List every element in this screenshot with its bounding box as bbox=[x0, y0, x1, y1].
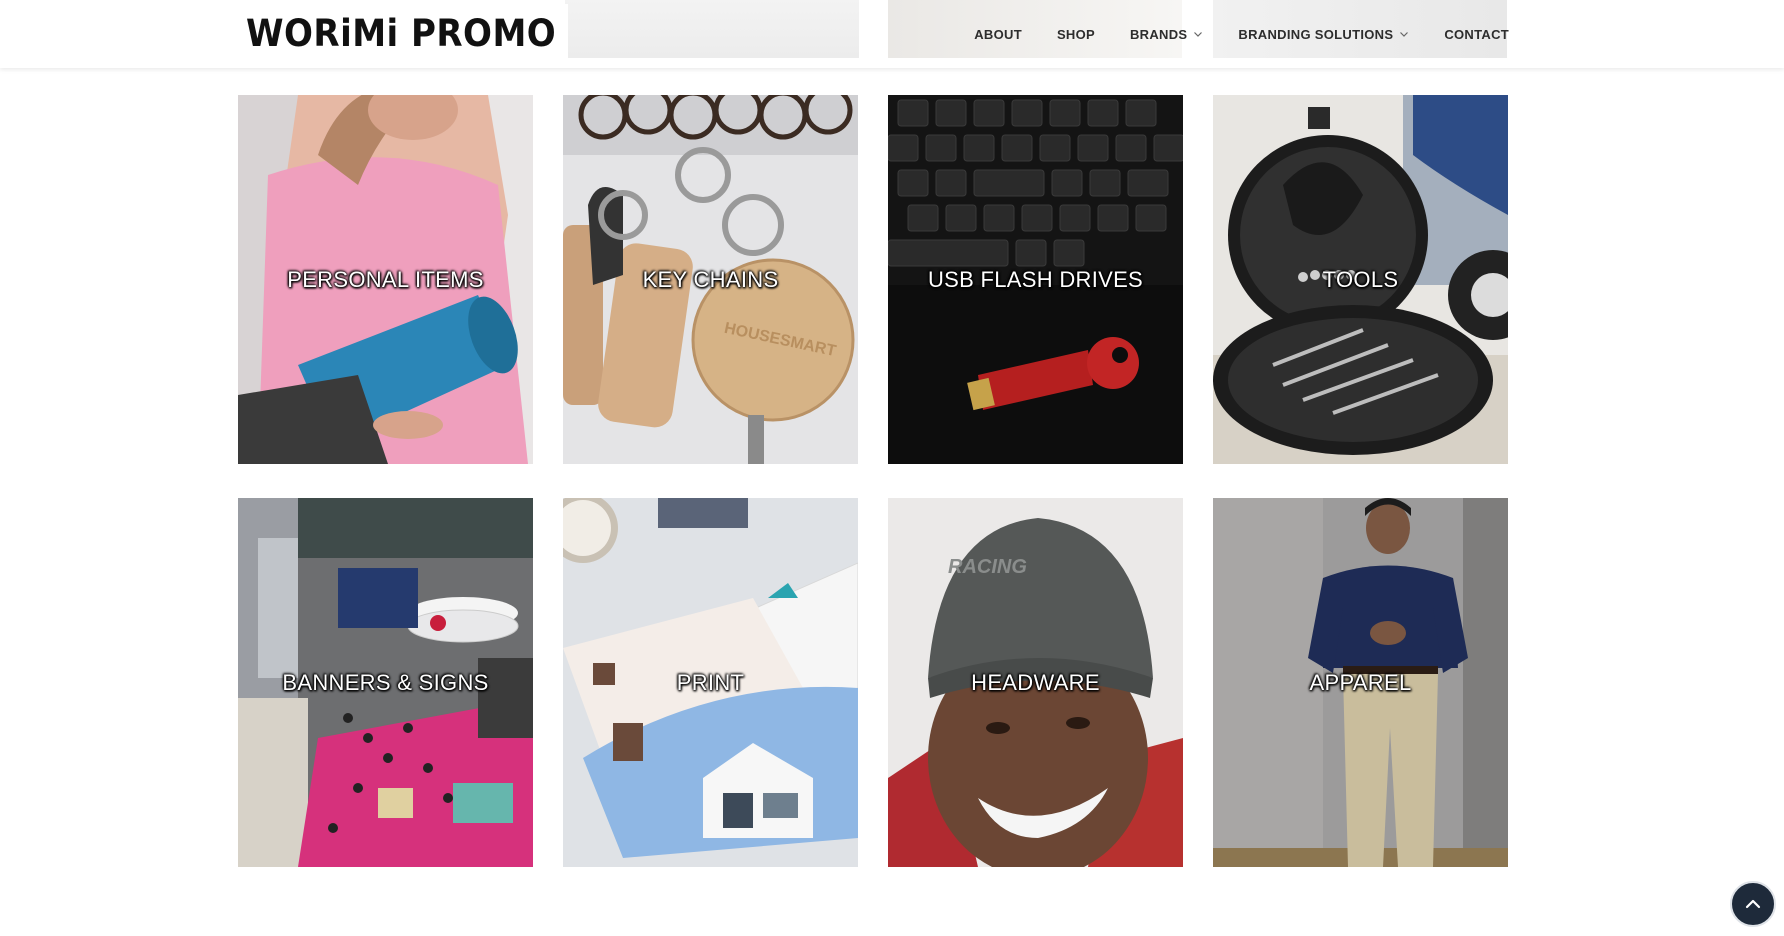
category-label: PERSONAL ITEMS bbox=[287, 266, 484, 292]
category-tile-apparel[interactable]: APPAREL bbox=[1213, 498, 1508, 867]
svg-text:RACING: RACING bbox=[948, 556, 1027, 578]
category-label: USB FLASH DRIVES bbox=[927, 266, 1144, 292]
site-header: WORiMi PROMO ABOUT SHOP BRANDS BRANDING … bbox=[0, 0, 1784, 68]
category-tile-usb-flash-drives[interactable]: USB FLASH DRIVES bbox=[888, 95, 1183, 464]
nav-label: BRANDS bbox=[1129, 26, 1188, 42]
nav-brands[interactable]: BRANDS bbox=[1130, 27, 1203, 42]
category-label: APPAREL bbox=[1309, 669, 1412, 695]
category-tile-tools[interactable]: TOOLS bbox=[1213, 95, 1508, 464]
category-label: BANNERS & SIGNS bbox=[282, 669, 489, 695]
category-label: PRINT bbox=[676, 669, 745, 695]
category-tile-key-chains[interactable]: HOUSESMART KEY CHAINS bbox=[563, 95, 858, 464]
category-tile-banners-signs[interactable]: BANNERS & SIGNS bbox=[238, 498, 533, 867]
category-label: KEY CHAINS bbox=[642, 266, 779, 292]
category-label: TOOLS bbox=[1322, 266, 1399, 292]
header-peek-image bbox=[565, 0, 859, 58]
chevron-down-icon bbox=[1194, 32, 1203, 37]
scroll-to-top-button[interactable] bbox=[1730, 881, 1776, 927]
nav-label: SHOP bbox=[1056, 26, 1095, 42]
category-tile-headware[interactable]: RACING HEADWARE bbox=[888, 498, 1183, 867]
nav-contact[interactable]: CONTACT bbox=[1444, 27, 1509, 42]
nav-about[interactable]: ABOUT bbox=[974, 27, 1022, 42]
site-logo[interactable]: WORiMi PROMO bbox=[238, 4, 568, 62]
logo-text: WORiMi PROMO bbox=[246, 11, 557, 55]
nav-label: ABOUT bbox=[974, 26, 1022, 42]
nav-label: CONTACT bbox=[1444, 26, 1509, 42]
chevron-up-icon bbox=[1745, 899, 1761, 909]
main-nav: ABOUT SHOP BRANDS BRANDING SOLUTIONS CON… bbox=[939, 0, 1509, 68]
category-tile-print[interactable]: PRINT bbox=[563, 498, 858, 867]
nav-branding-solutions[interactable]: BRANDING SOLUTIONS bbox=[1238, 27, 1409, 42]
category-label: HEADWARE bbox=[971, 669, 1100, 695]
chevron-down-icon bbox=[1400, 32, 1409, 37]
nav-label: BRANDING SOLUTIONS bbox=[1238, 26, 1394, 42]
nav-shop[interactable]: SHOP bbox=[1057, 27, 1095, 42]
category-tile-personal-items[interactable]: PERSONAL ITEMS bbox=[238, 95, 533, 464]
